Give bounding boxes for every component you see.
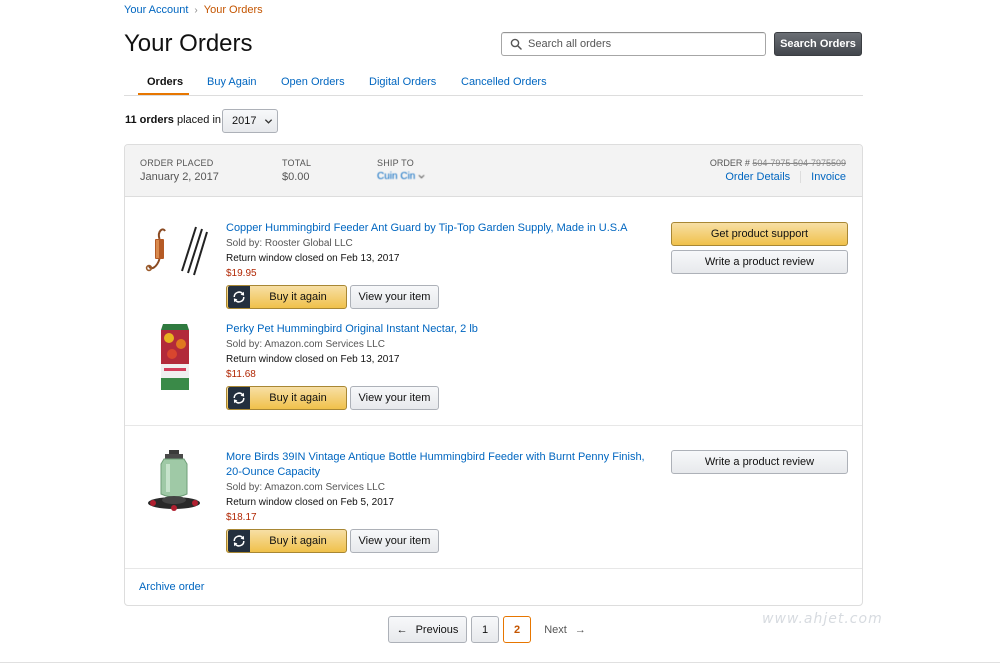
item-return-window: Return window closed on Feb 13, 2017 [226,253,400,264]
chevron-down-icon [418,174,425,179]
breadcrumb-your-account[interactable]: Your Account [124,4,188,16]
year-select-value: 2017 [232,115,257,127]
breadcrumb-separator: › [194,4,198,16]
item-return-window: Return window closed on Feb 13, 2017 [226,354,400,365]
divider [800,171,802,183]
order-number-label: ORDER # [709,158,750,168]
order-card: ORDER PLACED January 2, 2017 TOTAL $0.00… [124,144,863,606]
item-seller: Sold by: Rooster Global LLC [226,238,353,249]
previous-label: Previous [415,623,459,636]
buy-it-again-button[interactable]: Buy it again [226,529,347,553]
ship-to-name: Cuin Cin [377,171,416,182]
reorder-icon [228,530,250,552]
order-placed-value: January 2, 2017 [140,171,219,183]
view-your-item-button[interactable]: View your item [350,386,439,410]
page-title: Your Orders [124,30,253,57]
search-icon [510,38,522,50]
year-select[interactable]: 2017 [222,109,278,133]
order-placed-label: ORDER PLACED [140,158,214,168]
breadcrumb: Your Account › Your Orders [124,4,263,16]
buy-it-again-label: Buy it again [269,535,327,547]
item-image-ant-guard[interactable] [139,221,209,296]
item-seller: Sold by: Amazon.com Services LLC [226,482,385,493]
search-box[interactable] [501,32,766,56]
buy-it-again-button[interactable]: Buy it again [226,285,347,309]
search-input[interactable] [528,38,758,50]
order-header: ORDER PLACED January 2, 2017 TOTAL $0.00… [125,145,862,197]
item-price: $11.68 [226,369,256,380]
product-image [161,324,189,390]
view-your-item-button[interactable]: View your item [350,529,439,553]
item-title-link[interactable]: Perky Pet Hummingbird Original Instant N… [226,322,646,337]
page-2-current[interactable]: 2 [503,616,531,643]
item-price: $19.95 [226,268,257,279]
item-details: Copper Hummingbird Feeder Ant Guard by T… [226,221,646,309]
item-details: Perky Pet Hummingbird Original Instant N… [226,322,646,410]
item-buttons: Buy it again View your item [226,386,646,410]
next-label: Next [544,623,567,636]
item-image-nectar[interactable] [139,322,209,397]
tab-buy-again[interactable]: Buy Again [207,76,257,88]
order-total-value: $0.00 [282,171,310,183]
orders-summary-text: placed in [176,114,222,126]
item-seller: Sold by: Amazon.com Services LLC [226,339,385,350]
reorder-icon [228,387,250,409]
tab-digital-orders[interactable]: Digital Orders [369,76,436,88]
get-product-support-button[interactable]: Get product support [671,222,848,246]
orders-summary: 11 orders placed in [125,114,221,126]
item-title-link[interactable]: Copper Hummingbird Feeder Ant Guard by T… [226,221,646,236]
order-total-label: TOTAL [282,158,312,168]
write-product-review-button[interactable]: Write a product review [671,250,848,274]
arrow-right-icon: → [574,623,586,636]
buy-it-again-label: Buy it again [269,291,327,303]
view-your-item-button[interactable]: View your item [350,285,439,309]
tab-cancelled-orders[interactable]: Cancelled Orders [461,76,547,88]
next-page-button[interactable]: Next → [535,616,595,643]
breadcrumb-current: Your Orders [203,4,263,16]
ship-to-recipient[interactable]: Cuin Cin [377,171,425,182]
order-number-value: 504-7975 504-7975509 [752,158,846,168]
order-number: ORDER # 504-7975 504-7975509 [710,158,846,168]
order-header-links: Order Details Invoice [725,171,846,183]
item-image-feeder[interactable] [139,450,209,525]
buy-it-again-label: Buy it again [269,392,327,404]
pagination: ← Previous 1 2 Next → [388,616,595,643]
item-title-link[interactable]: More Birds 39IN Vintage Antique Bottle H… [226,450,646,480]
tab-open-orders[interactable]: Open Orders [281,76,345,88]
chevron-down-icon [265,118,273,124]
shipment-divider [125,425,862,426]
item-buttons: Buy it again View your item [226,285,646,309]
order-tabs: Orders Buy Again Open Orders Digital Ord… [124,72,863,96]
watermark: www.ahjet.com [762,611,883,627]
page-1-button[interactable]: 1 [471,616,499,643]
item-price: $18.17 [226,512,257,523]
reorder-icon [228,286,250,308]
divider [0,662,1000,663]
tab-orders[interactable]: Orders [147,76,183,88]
arrow-left-icon: ← [396,623,408,636]
order-details-link[interactable]: Order Details [725,171,790,183]
shipment-divider [125,568,862,569]
product-image [148,450,200,511]
archive-order-link[interactable]: Archive order [139,581,204,593]
item-return-window: Return window closed on Feb 5, 2017 [226,497,394,508]
invoice-link[interactable]: Invoice [811,171,846,183]
orders-count: 11 orders [125,114,174,126]
buy-it-again-button[interactable]: Buy it again [226,386,347,410]
search-orders-button[interactable]: Search Orders [774,32,862,56]
active-tab-indicator [138,93,189,95]
write-product-review-button[interactable]: Write a product review [671,450,848,474]
item-details: More Birds 39IN Vintage Antique Bottle H… [226,450,646,553]
product-image [145,226,208,276]
item-buttons: Buy it again View your item [226,529,646,553]
previous-page-button[interactable]: ← Previous [388,616,467,643]
ship-to-label: SHIP TO [377,158,414,168]
